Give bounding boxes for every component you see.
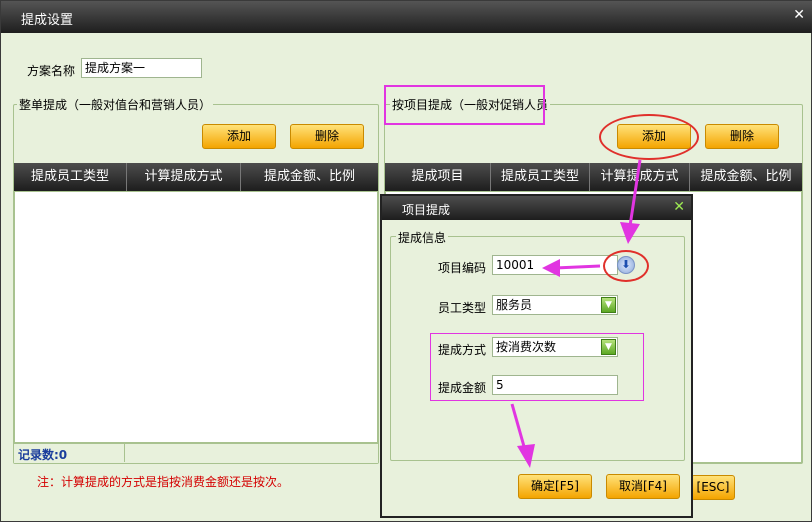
- annotation-arrow-down: [628, 159, 642, 227]
- annotation-arrow-down: [510, 403, 527, 451]
- annotation-arrows: [510, 159, 642, 468]
- annotation-arrowhead: [517, 444, 535, 468]
- annotation-arrowhead: [542, 259, 560, 277]
- annotation-arrow-left: [554, 264, 601, 270]
- annotation-arrowhead: [620, 222, 640, 244]
